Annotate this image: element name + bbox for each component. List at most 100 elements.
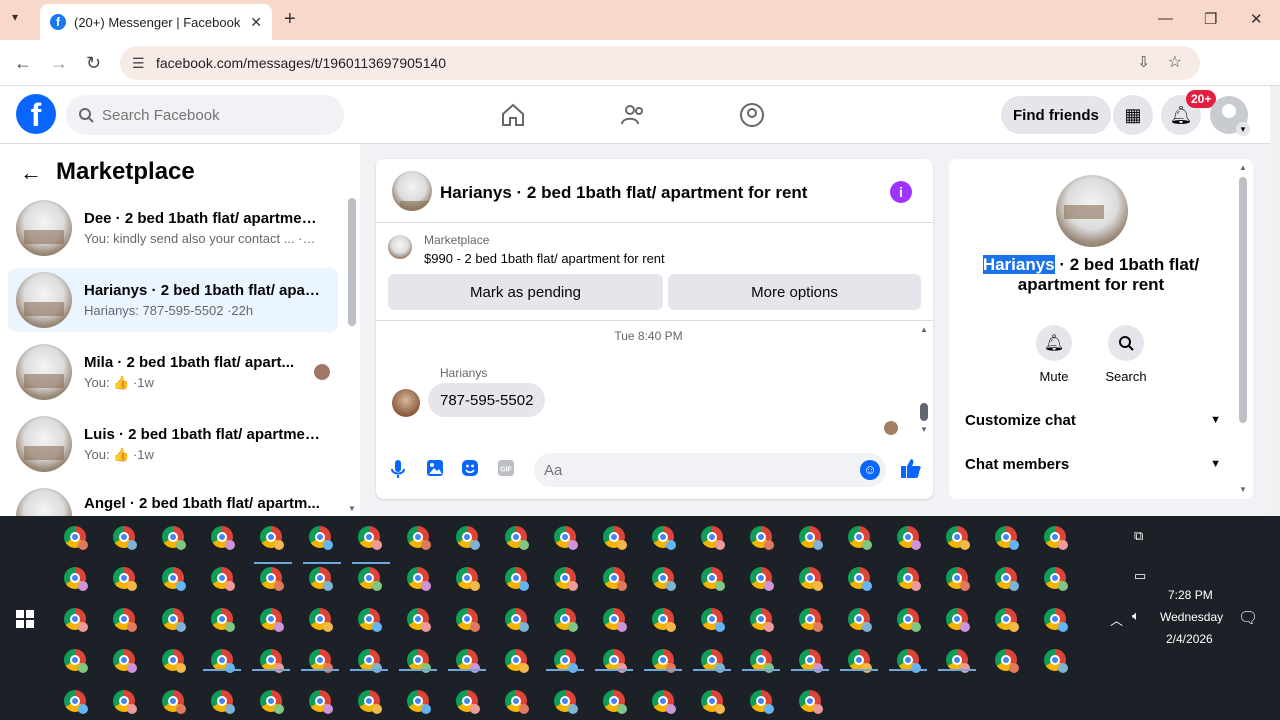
home-icon[interactable] [500, 102, 526, 128]
chrome-icon[interactable] [113, 649, 137, 673]
clock-day[interactable]: Wednesday [1160, 610, 1223, 624]
chrome-icon[interactable] [407, 608, 431, 632]
scrollbar[interactable] [348, 198, 356, 326]
chrome-icon[interactable] [162, 690, 186, 714]
chrome-icon[interactable] [799, 690, 823, 714]
chrome-icon[interactable] [995, 526, 1019, 550]
chrome-icon[interactable] [995, 649, 1019, 673]
gif-icon[interactable]: GIF [497, 459, 515, 477]
chrome-icon[interactable] [456, 690, 480, 714]
chrome-icon[interactable] [750, 649, 774, 673]
chrome-icon[interactable] [897, 567, 921, 591]
chrome-icon[interactable] [946, 567, 970, 591]
chrome-icon[interactable] [162, 567, 186, 591]
chrome-icon[interactable] [946, 526, 970, 550]
image-icon[interactable] [426, 459, 444, 477]
facebook-logo-icon[interactable]: f [16, 94, 56, 134]
chrome-icon[interactable] [701, 608, 725, 632]
like-icon[interactable] [900, 457, 922, 479]
chrome-icon[interactable] [603, 649, 627, 673]
chrome-icon[interactable] [946, 608, 970, 632]
chrome-icon[interactable] [260, 608, 284, 632]
list-item[interactable]: Angel · 2 bed 1bath flat/ apartm... [8, 484, 338, 516]
chrome-icon[interactable] [701, 567, 725, 591]
chrome-icon[interactable] [456, 526, 480, 550]
chrome-icon[interactable] [456, 608, 480, 632]
chrome-icon[interactable] [407, 649, 431, 673]
chrome-icon[interactable] [750, 567, 774, 591]
chrome-icon[interactable] [211, 567, 235, 591]
chrome-icon[interactable] [407, 526, 431, 550]
chrome-icon[interactable] [64, 526, 88, 550]
chrome-icon[interactable] [64, 649, 88, 673]
page-scrollbar[interactable] [1270, 86, 1280, 516]
chrome-icon[interactable] [701, 690, 725, 714]
chrome-icon[interactable] [750, 690, 774, 714]
chat-members-row[interactable]: Chat members ▼ [965, 450, 1221, 478]
message-input-box[interactable] [534, 453, 886, 487]
search-chat-button[interactable]: Search [1096, 325, 1156, 384]
chrome-icon[interactable] [113, 690, 137, 714]
more-options-button[interactable]: More options [668, 274, 921, 310]
chrome-icon[interactable] [652, 567, 676, 591]
chrome-icon[interactable] [1044, 526, 1068, 550]
scroll-down-icon[interactable]: ▼ [1239, 485, 1247, 494]
chrome-icon[interactable] [113, 526, 137, 550]
selected-name-text[interactable]: Harianys [982, 255, 1055, 274]
chrome-icon[interactable] [505, 649, 529, 673]
chrome-icon[interactable] [162, 649, 186, 673]
find-friends-button[interactable]: Find friends [1001, 96, 1111, 134]
chrome-icon[interactable] [652, 690, 676, 714]
chrome-icon[interactable] [113, 608, 137, 632]
chrome-icon[interactable] [211, 649, 235, 673]
screen-icon[interactable]: ▭ [1134, 568, 1146, 584]
chrome-icon[interactable] [603, 526, 627, 550]
meet-now-icon[interactable]: ⧉ [1134, 528, 1143, 544]
close-tab-icon[interactable]: ✕ [250, 14, 262, 31]
chrome-icon[interactable] [554, 608, 578, 632]
chrome-icon[interactable] [358, 690, 382, 714]
scroll-down-icon[interactable]: ▼ [348, 504, 356, 513]
mic-icon[interactable] [390, 459, 406, 479]
chrome-icon[interactable] [799, 649, 823, 673]
url-field[interactable]: ☰ facebook.com/messages/t/19601136979051… [120, 46, 1200, 80]
install-app-icon[interactable]: ⇩ [1137, 53, 1150, 71]
clock-time[interactable]: 7:28 PM [1168, 588, 1213, 602]
chrome-icon[interactable] [995, 608, 1019, 632]
scroll-up-icon[interactable]: ▲ [920, 325, 928, 334]
chrome-icon[interactable] [260, 690, 284, 714]
chrome-icon[interactable] [260, 526, 284, 550]
back-icon[interactable]: ← [14, 53, 32, 74]
chrome-icon[interactable] [603, 567, 627, 591]
listing-thumbnail[interactable] [1056, 175, 1128, 247]
chrome-icon[interactable] [848, 649, 872, 673]
chrome-icon[interactable] [64, 690, 88, 714]
chrome-icon[interactable] [358, 526, 382, 550]
search-input[interactable] [102, 106, 332, 124]
clock-date[interactable]: 2/4/2026 [1166, 632, 1213, 646]
chrome-icon[interactable] [1044, 567, 1068, 591]
chrome-icon[interactable] [701, 649, 725, 673]
list-item[interactable]: Harianys · 2 bed 1bath flat/ apar... Har… [8, 268, 338, 332]
chrome-icon[interactable] [211, 526, 235, 550]
chrome-icon[interactable] [799, 567, 823, 591]
list-item[interactable]: Dee · 2 bed 1bath flat/ apartmen... You:… [8, 196, 338, 260]
chrome-icon[interactable] [995, 567, 1019, 591]
chrome-icon[interactable] [750, 526, 774, 550]
chrome-icon[interactable] [309, 649, 333, 673]
restore-icon[interactable]: ❐ [1204, 10, 1217, 28]
chevron-up-icon[interactable]: ︿ [1110, 610, 1123, 629]
back-arrow-icon[interactable]: ← [20, 160, 42, 186]
chrome-icon[interactable] [358, 608, 382, 632]
chrome-icon[interactable] [456, 567, 480, 591]
mute-button[interactable]: 🔔︎ Mute [1024, 325, 1084, 384]
chrome-icon[interactable] [358, 649, 382, 673]
chrome-icon[interactable] [162, 608, 186, 632]
chrome-icon[interactable] [701, 526, 725, 550]
chrome-icon[interactable] [309, 526, 333, 550]
message-input[interactable] [544, 461, 824, 479]
mark-as-pending-button[interactable]: Mark as pending [388, 274, 663, 310]
sender-avatar[interactable] [392, 389, 420, 417]
sticker-icon[interactable] [461, 459, 479, 477]
chrome-icon[interactable] [1044, 649, 1068, 673]
